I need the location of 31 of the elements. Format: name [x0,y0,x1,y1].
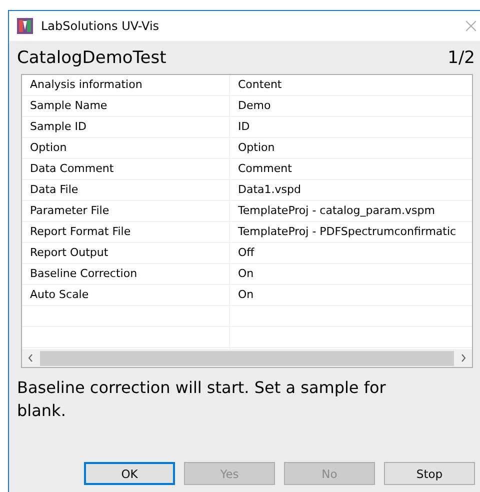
table-cell: Data File [22,180,230,200]
table-cell-text: TemplateProj - PDFSpectrumconfirmatic [237,224,458,240]
column-header: Analysis information [22,75,230,95]
table-cell: Option [22,138,230,158]
dialog-button[interactable]: Stop [384,462,475,485]
table-cell-text: Off [237,245,256,261]
status-message: Baseline correction will start. Set a sample for blank. [16,377,387,422]
page-indicator: 1/2 [448,48,475,68]
window-title: LabSolutions UV-Vis [41,19,160,33]
table-cell: Sample Name [22,96,230,116]
table-cell: Sample ID [22,117,230,137]
sample-title: CatalogDemoTest [17,48,166,68]
table-cell-text: On [237,287,255,303]
scroll-left-icon[interactable] [28,354,33,362]
table-cell-text: Comment [237,161,293,177]
table-cell: Report Format File [22,222,230,242]
scroll-right-icon[interactable] [461,354,466,362]
table-cell: Auto Scale [22,285,230,305]
column-header: Content [237,77,283,93]
table-cell-text: Data1.vspd [237,182,302,198]
table-cell-text: ID [237,119,251,135]
table-cell: Report Output [22,243,230,263]
table-cell: Baseline Correction [22,264,230,284]
table-cell-text: TemplateProj - catalog_param.vspm [237,203,436,219]
table-cell: Data Comment [22,159,230,179]
app-logo-icon [17,18,33,34]
table-cell: Parameter File [22,201,230,221]
table-cell-text: On [237,266,255,282]
table-cell-text: Option [237,140,276,156]
dialog-button[interactable]: OK [84,462,175,485]
table-cell-text: Demo [237,98,272,114]
